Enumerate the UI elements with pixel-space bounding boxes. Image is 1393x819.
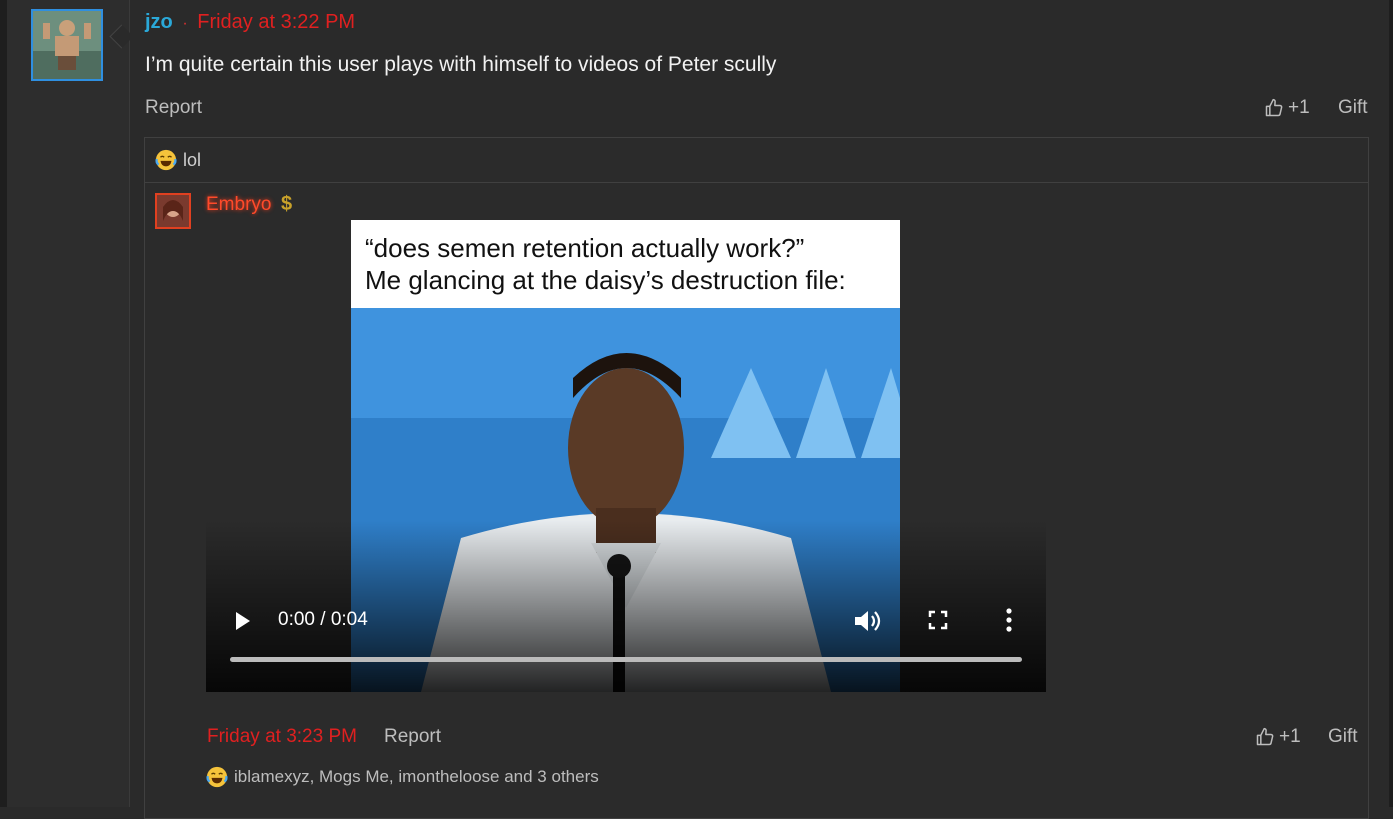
- meme-caption-line-1: “does semen retention actually work?”: [365, 233, 805, 263]
- report-button[interactable]: Report: [145, 97, 202, 119]
- play-icon[interactable]: [234, 610, 252, 632]
- volume-icon[interactable]: [853, 608, 881, 634]
- quote-title: lol: [183, 149, 202, 170]
- dollar-badge-icon: $: [281, 193, 293, 215]
- reactions-summary: iblamexyz, Mogs Me, imontheloose and 3 o…: [206, 766, 599, 788]
- meme-caption-line-2: Me glancing at the daisy’s destruction f…: [365, 265, 846, 295]
- username[interactable]: jzo: [145, 11, 173, 33]
- video-player[interactable]: “does semen retention actually work?” Me…: [206, 220, 1046, 692]
- quote-header: lol: [145, 138, 1368, 183]
- quoted-gift-button[interactable]: Gift: [1328, 726, 1358, 748]
- more-options-icon[interactable]: [1004, 607, 1014, 633]
- quoted-report-button[interactable]: Report: [384, 726, 441, 748]
- right-edge-strip: [1389, 0, 1393, 807]
- quoted-post-timestamp[interactable]: Friday at 3:23 PM: [207, 726, 357, 748]
- quoted-post: lol Embryo $ “does semen retention actua…: [144, 137, 1369, 819]
- left-edge-strip: [0, 0, 7, 807]
- fullscreen-icon[interactable]: [928, 610, 948, 630]
- post-body-text: I’m quite certain this user plays with h…: [145, 53, 777, 76]
- like-count: +1: [1288, 97, 1310, 118]
- gift-button[interactable]: Gift: [1338, 97, 1368, 119]
- thumbs-up-icon: [1265, 98, 1283, 117]
- video-controls-overlay: [206, 520, 1046, 692]
- quoted-like-button[interactable]: +1: [1255, 726, 1301, 748]
- quoted-like-count: +1: [1279, 726, 1301, 747]
- avatar[interactable]: [31, 9, 103, 81]
- video-time-display: 0:00 / 0:04: [278, 609, 368, 630]
- thumbs-up-icon: [1256, 727, 1274, 746]
- like-button[interactable]: +1: [1264, 97, 1310, 119]
- post-timestamp[interactable]: Friday at 3:22 PM: [197, 11, 355, 33]
- avatar-column: [7, 0, 130, 807]
- reactions-users-link[interactable]: iblamexyz, Mogs Me, imontheloose and 3 o…: [234, 767, 599, 787]
- meme-caption: “does semen retention actually work?” Me…: [351, 220, 900, 308]
- laughing-crying-emoji-icon: [206, 766, 228, 788]
- quoted-author-avatar[interactable]: [155, 193, 191, 229]
- video-progress-bar[interactable]: [230, 657, 1022, 662]
- header-separator: ·: [182, 15, 188, 32]
- post-header: jzo · Friday at 3:22 PM: [145, 11, 355, 34]
- quoted-author-name[interactable]: Embryo: [206, 194, 271, 216]
- laughing-crying-emoji-icon: [155, 149, 177, 171]
